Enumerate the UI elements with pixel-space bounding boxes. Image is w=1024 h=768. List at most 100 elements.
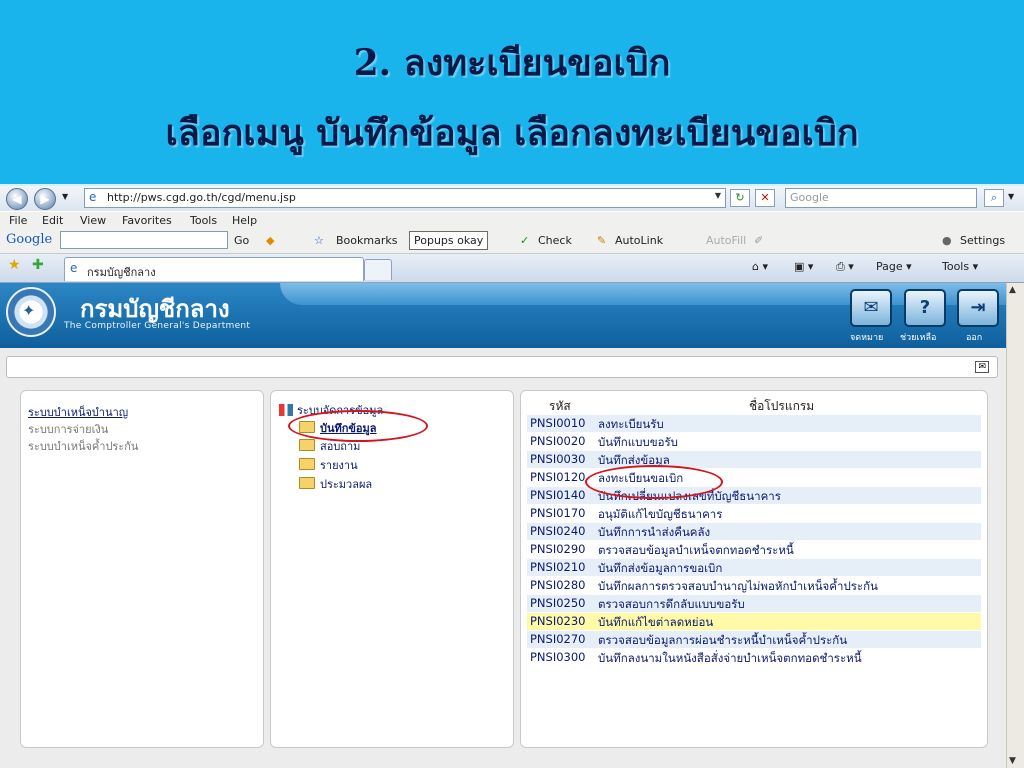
chevron-down-icon[interactable]: ▼ bbox=[715, 191, 721, 200]
ie-tab-icon: e bbox=[70, 261, 78, 275]
highlight-ellipse-record-menu bbox=[288, 410, 428, 442]
check-button[interactable]: Check bbox=[538, 234, 572, 247]
pencil-icon: ✐ bbox=[754, 234, 764, 247]
program-name: บันทึกผลการตรวจสอบบำนาญไม่พอหักบำเหน็จค้… bbox=[598, 579, 878, 593]
tree-root-icon bbox=[279, 404, 293, 416]
settings-icon: ● bbox=[942, 234, 952, 247]
menu-tree-panel: ระบบจัดการข้อมูล บันทึกข้อมูล สอบถาม ราย… bbox=[270, 390, 514, 748]
menu-help[interactable]: Help bbox=[232, 214, 257, 227]
url-field[interactable]: e http://pws.cgd.go.th/cgd/menu.jsp ▼ bbox=[84, 188, 726, 208]
system-pension[interactable]: ระบบบำเหน็จบำนาญ bbox=[28, 403, 128, 421]
program-name: บันทึกแก้ไขต่าลดหย่อน bbox=[598, 615, 714, 629]
program-code: PNSI0280 bbox=[530, 578, 586, 592]
folder-icon bbox=[299, 439, 315, 451]
program-name: อนุมัติแก้ไขบัญชีธนาคาร bbox=[598, 507, 723, 521]
tab-strip: ★ ✚ e กรมบัญชีกลาง ⌂ ▾ ▣ ▾ ⎙ ▾ Page ▾ To… bbox=[0, 254, 1024, 283]
program-row[interactable]: PNSI0240 บันทึกการนำส่งคืนคลัง bbox=[527, 523, 981, 540]
program-row[interactable]: PNSI0270 ตรวจสอบข้อมูลการผ่อนชำระหนี้บำเห… bbox=[527, 631, 981, 648]
program-name: ตรวจสอบข้อมูลบำเหน็จตกทอดชำระหนี้ bbox=[598, 543, 794, 557]
menu-view[interactable]: View bbox=[80, 214, 106, 227]
program-row[interactable]: PNSI0030 บันทึกส่งข้อมูล bbox=[527, 451, 981, 468]
column-name-header: ชื่อโปรแกรม bbox=[749, 399, 815, 413]
message-strip: ✉ bbox=[6, 356, 998, 378]
autofill-button[interactable]: AutoFill bbox=[706, 234, 746, 247]
google-search-input[interactable] bbox=[60, 231, 228, 249]
header-decoration bbox=[280, 283, 1006, 305]
search-input[interactable]: Google bbox=[785, 188, 977, 208]
menu-edit[interactable]: Edit bbox=[42, 214, 63, 227]
scroll-up-icon[interactable]: ▲ bbox=[1009, 285, 1016, 295]
tab-title: กรมบัญชีกลาง bbox=[87, 266, 156, 279]
program-code: PNSI0170 bbox=[530, 506, 586, 520]
emblem-icon: ✦ bbox=[22, 301, 36, 320]
stop-icon[interactable]: ✕ bbox=[755, 189, 775, 207]
message-icon[interactable]: ✉ bbox=[975, 361, 989, 373]
forward-button[interactable]: ▶ bbox=[34, 188, 56, 210]
program-row[interactable]: PNSI0170 อนุมัติแก้ไขบัญชีธนาคาร bbox=[527, 505, 981, 522]
tree-item-process[interactable]: ประมวลผล bbox=[299, 475, 372, 493]
autolink-icon: ✎ bbox=[597, 234, 607, 247]
tree-item-report[interactable]: รายงาน bbox=[299, 456, 358, 474]
system-panel: ระบบบำเหน็จบำนาญ ระบบการจ่ายเงิน ระบบบำเ… bbox=[20, 390, 264, 748]
refresh-icon[interactable]: ↻ bbox=[730, 189, 750, 207]
new-tab-button[interactable] bbox=[364, 259, 392, 280]
highlight-ellipse-register-withdraw bbox=[585, 465, 723, 499]
program-row[interactable]: PNSI0250 ตรวจสอบการดึกลับแบบขอรับ bbox=[527, 595, 981, 612]
feeds-icon[interactable]: ▣ ▾ bbox=[794, 260, 813, 273]
system-guarantee[interactable]: ระบบบำเหน็จค้ำประกัน bbox=[28, 437, 138, 455]
program-code: PNSI0020 bbox=[530, 434, 586, 448]
program-row[interactable]: PNSI0230 บันทึกแก้ไขต่าลดหย่อน bbox=[527, 613, 981, 630]
folder-icon bbox=[299, 458, 315, 470]
popups-button[interactable]: Popups okay bbox=[409, 231, 489, 250]
google-options-icon[interactable]: ◆ bbox=[266, 234, 274, 247]
search-icon[interactable]: ⌕ bbox=[984, 189, 1004, 207]
program-row[interactable]: PNSI0290 ตรวจสอบข้อมูลบำเหน็จตกทอดชำระหนี… bbox=[527, 541, 981, 558]
scroll-down-icon[interactable]: ▼ bbox=[1009, 756, 1016, 766]
program-list-panel: รหัส ชื่อโปรแกรม PNSI0010 ลงทะเบียนรับ PNS… bbox=[520, 390, 988, 748]
program-row[interactable]: PNSI0010 ลงทะเบียนรับ bbox=[527, 415, 981, 432]
logout-icon[interactable]: ⇥ bbox=[957, 289, 999, 327]
page-scrollbar[interactable]: ▲ ▼ bbox=[1006, 283, 1024, 768]
menu-favorites[interactable]: Favorites bbox=[122, 214, 172, 227]
mail-label: จดหมาย bbox=[850, 333, 884, 343]
favorites-star-icon[interactable]: ★ bbox=[8, 257, 21, 273]
menu-file[interactable]: File bbox=[9, 214, 27, 227]
program-name: บันทึกการนำส่งคืนคลัง bbox=[598, 525, 711, 539]
program-code: PNSI0030 bbox=[530, 452, 586, 466]
back-button[interactable]: ◀ bbox=[6, 188, 28, 210]
cgd-logo: ✦ bbox=[6, 287, 56, 337]
menu-bar: File Edit View Favorites Tools Help bbox=[0, 212, 1024, 229]
print-icon[interactable]: ⎙ ▾ bbox=[836, 260, 854, 274]
help-label: ช่วยเหลือ bbox=[900, 333, 937, 343]
program-code: PNSI0270 bbox=[530, 632, 586, 646]
main-content: ✉ ระบบบำเหน็จบำนาญ ระบบการจ่ายเงิน ระบบบ… bbox=[0, 348, 1006, 768]
home-icon[interactable]: ⌂ ▾ bbox=[752, 260, 768, 273]
google-logo: Google bbox=[6, 232, 53, 247]
url-text: http://pws.cgd.go.th/cgd/menu.jsp bbox=[107, 191, 296, 204]
page-menu[interactable]: Page ▾ bbox=[876, 260, 912, 273]
bookmarks-button[interactable]: Bookmarks bbox=[336, 234, 397, 247]
autolink-button[interactable]: AutoLink bbox=[615, 234, 663, 247]
add-favorite-icon[interactable]: ✚ bbox=[32, 257, 44, 273]
google-toolbar: Google Go ◆ ☆ Bookmarks Popups okay ✓ Ch… bbox=[0, 229, 1024, 254]
program-row[interactable]: PNSI0300 บันทึกลงนามในหนังสือสั่งจ่ายบำเห… bbox=[527, 649, 981, 666]
program-name: บันทึกลงนามในหนังสือสั่งจ่ายบำเหน็จตกทอด… bbox=[598, 651, 862, 665]
program-code: PNSI0230 bbox=[530, 614, 586, 628]
mail-icon[interactable]: ✉ bbox=[850, 289, 892, 327]
program-name: ตรวจสอบการดึกลับแบบขอรับ bbox=[598, 597, 745, 611]
folder-icon bbox=[299, 477, 315, 489]
program-row[interactable]: PNSI0210 บันทึกส่งข้อมูลการขอเบิก bbox=[527, 559, 981, 576]
tools-menu[interactable]: Tools ▾ bbox=[942, 260, 978, 273]
search-options-icon[interactable]: ▼ bbox=[1008, 192, 1014, 201]
settings-button[interactable]: Settings bbox=[960, 234, 1005, 247]
system-payment[interactable]: ระบบการจ่ายเงิน bbox=[28, 420, 108, 438]
tab-cgd[interactable]: e กรมบัญชีกลาง bbox=[64, 257, 364, 281]
banner-title: 2. ลงทะเบียนขอเบิก bbox=[353, 42, 671, 84]
program-row[interactable]: PNSI0020 บันทึกแบบขอรับ bbox=[527, 433, 981, 450]
history-dropdown-icon[interactable]: ▼ bbox=[62, 192, 68, 201]
go-button[interactable]: Go bbox=[234, 234, 249, 247]
menu-tools[interactable]: Tools bbox=[190, 214, 217, 227]
program-row[interactable]: PNSI0280 บันทึกผลการตรวจสอบบำนาญไม่พอหักบ… bbox=[527, 577, 981, 594]
help-icon[interactable]: ? bbox=[904, 289, 946, 327]
program-name: ตรวจสอบข้อมูลการผ่อนชำระหนี้บำเหน็จค้ำปร… bbox=[598, 633, 848, 647]
